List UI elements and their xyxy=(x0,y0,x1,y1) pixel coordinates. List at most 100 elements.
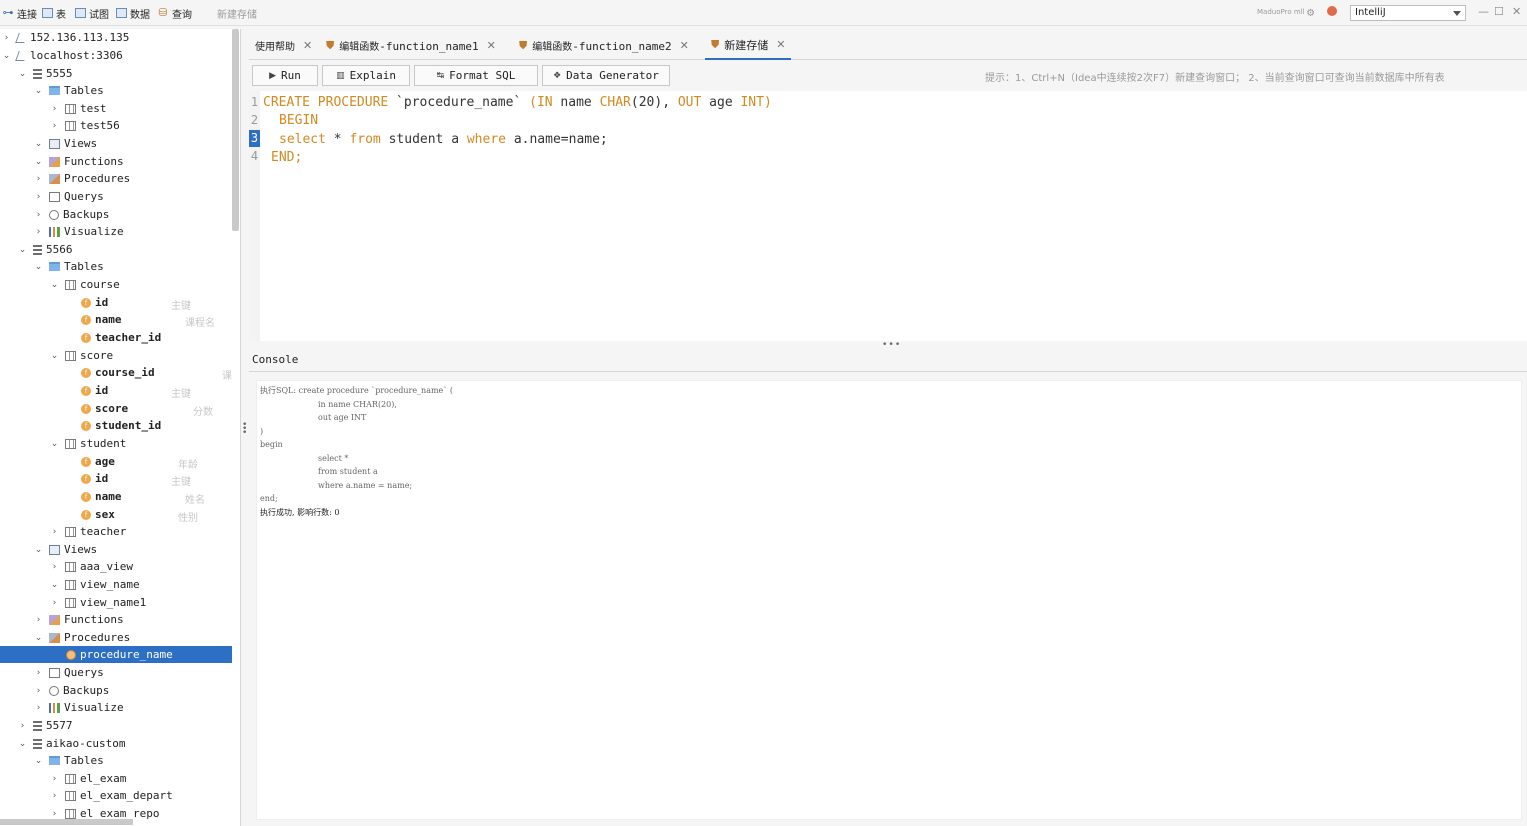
chevron-right-icon[interactable]: › xyxy=(34,686,43,696)
tree-db-aikao[interactable]: ⌄ aikao-custom xyxy=(0,735,232,752)
chevron-down-icon[interactable]: ⌄ xyxy=(18,245,27,255)
tree-connection-1[interactable]: › 152.136.113.135 xyxy=(0,29,232,46)
chevron-down-icon[interactable]: ⌄ xyxy=(18,69,27,79)
tree-tables-aikao[interactable]: ⌄ Tables xyxy=(0,752,232,769)
tree-connection-2[interactable]: ⌄ localhost:3306 xyxy=(0,47,232,64)
chevron-right-icon[interactable]: › xyxy=(34,174,43,184)
data-generator-button[interactable]: ❖ Data Generator xyxy=(542,65,670,86)
code-line-2[interactable]: BEGIN xyxy=(279,112,318,130)
chevron-right-icon[interactable]: › xyxy=(34,227,43,237)
query-button[interactable]: ⛁ 查询 xyxy=(157,5,192,21)
close-icon[interactable]: ✕ xyxy=(1512,6,1521,18)
chevron-down-icon[interactable]: ⌄ xyxy=(34,756,43,766)
chevron-right-icon[interactable]: › xyxy=(50,774,59,784)
sql-editor[interactable]: 1 2 3 4 CREATE PROCEDURE `procedure_name… xyxy=(249,91,1527,341)
code-line-3[interactable]: select * from student a where a.name=nam… xyxy=(279,131,608,149)
tree-view-aaa-view[interactable]: › aaa_view xyxy=(0,558,232,575)
tree-field-score-course-id[interactable]: ›fcourse_id xyxy=(0,364,232,381)
chevron-right-icon[interactable]: › xyxy=(50,121,59,131)
chevron-right-icon[interactable]: › xyxy=(50,598,59,608)
data-button[interactable]: 数据 xyxy=(116,5,150,21)
tree-table-el-exam[interactable]: › el_exam xyxy=(0,770,232,787)
chevron-right-icon[interactable]: › xyxy=(50,527,59,537)
format-sql-button[interactable]: ↹ Format SQL xyxy=(414,65,538,86)
tree-tables-5555[interactable]: ⌄ Tables xyxy=(0,82,232,99)
tree-visualize-5566[interactable]: › Visualize xyxy=(0,699,232,716)
maximize-icon[interactable]: ☐ xyxy=(1494,6,1504,18)
tree-field-student-id[interactable]: ›fid xyxy=(0,470,232,487)
tree-view-view-name1[interactable]: › view_name1 xyxy=(0,594,232,611)
tree-db-5566[interactable]: ⌄ 5566 xyxy=(0,241,232,258)
tree-field-score-student-id[interactable]: ›fstudent_id xyxy=(0,417,232,434)
chevron-down-icon[interactable]: ⌄ xyxy=(2,51,11,61)
chevron-down-icon[interactable]: ⌄ xyxy=(34,139,43,149)
tree-field-course-teacher-id[interactable]: ›fteacher_id xyxy=(0,329,232,346)
close-icon[interactable]: ✕ xyxy=(303,39,312,52)
chevron-right-icon[interactable]: › xyxy=(34,615,43,625)
explain-button[interactable]: ▥ Explain xyxy=(322,65,410,86)
theme-select[interactable]: IntelliJ xyxy=(1350,5,1466,21)
chevron-down-icon[interactable]: ⌄ xyxy=(34,86,43,96)
chevron-right-icon[interactable]: › xyxy=(50,562,59,572)
chevron-right-icon[interactable]: › xyxy=(34,703,43,713)
tree-tables-5566[interactable]: ⌄ Tables xyxy=(0,258,232,275)
chevron-right-icon[interactable]: › xyxy=(50,791,59,801)
chevron-down-icon[interactable]: ⌄ xyxy=(50,439,59,449)
tree-views-5555[interactable]: ⌄ Views xyxy=(0,135,232,152)
code-line-4[interactable]: END; xyxy=(271,149,302,167)
minimize-icon[interactable]: — xyxy=(1478,6,1489,18)
close-icon[interactable]: ✕ xyxy=(680,39,689,52)
connect-button[interactable]: ⊶ 连接 xyxy=(2,5,38,21)
tree-procedures-5566[interactable]: ⌄ Procedures xyxy=(0,629,232,646)
tree-field-course-id[interactable]: ›fid xyxy=(0,294,232,311)
view-button[interactable]: 试图 xyxy=(75,5,109,21)
tree-backups-5555[interactable]: › Backups xyxy=(0,206,232,223)
tree-querys-5566[interactable]: › Querys xyxy=(0,664,232,681)
chevron-right-icon[interactable]: › xyxy=(34,192,43,202)
new-procedure-button[interactable]: 新建存储 xyxy=(217,5,257,21)
editor-console-resize-handle[interactable]: ••• xyxy=(882,340,901,350)
panel-splitter[interactable]: • • • xyxy=(242,421,247,438)
chevron-down-icon[interactable]: ⌄ xyxy=(34,157,43,167)
tree-querys-5555[interactable]: › Querys xyxy=(0,188,232,205)
tree-db-5555[interactable]: ⌄ 5555 xyxy=(0,65,232,82)
chevron-down-icon[interactable]: ⌄ xyxy=(18,739,27,749)
chevron-down-icon[interactable]: ⌄ xyxy=(50,580,59,590)
table-button[interactable]: 表 xyxy=(42,5,66,21)
tree-field-score-id[interactable]: ›fid xyxy=(0,382,232,399)
tree-backups-5566[interactable]: › Backups xyxy=(0,682,232,699)
tree-db-5577[interactable]: › 5577 xyxy=(0,717,232,734)
tab-edit-function-2[interactable]: ⛊ 编辑函数-function_name2 ✕ xyxy=(519,31,689,60)
tree-views-5566[interactable]: ⌄ Views xyxy=(0,541,232,558)
tree-procedures-5555[interactable]: › Procedures xyxy=(0,170,232,187)
chevron-right-icon[interactable]: › xyxy=(2,33,11,43)
tree-table-teacher[interactable]: › teacher xyxy=(0,523,232,540)
close-icon[interactable]: ✕ xyxy=(776,38,785,51)
sidebar-scrollbar[interactable] xyxy=(232,29,239,231)
tree-table-test56[interactable]: › test56 xyxy=(0,117,232,134)
tree-view-view-name[interactable]: ⌄ view_name xyxy=(0,576,232,593)
run-button[interactable]: ▶ Run xyxy=(252,65,318,86)
chevron-down-icon[interactable]: ⌄ xyxy=(34,262,43,272)
tree-table-test[interactable]: › test xyxy=(0,100,232,117)
tab-console[interactable]: Console xyxy=(252,353,298,366)
plugin-icon[interactable] xyxy=(1327,6,1337,16)
tree-functions-5566[interactable]: › Functions xyxy=(0,611,232,628)
tree-table-score[interactable]: ⌄ score xyxy=(0,347,232,364)
tree-procedure-name[interactable]: procedure_name xyxy=(0,646,232,663)
chevron-down-icon[interactable]: ⌄ xyxy=(34,633,43,643)
tab-new-procedure[interactable]: ⛊ 新建存储 ✕ xyxy=(705,31,792,60)
chevron-right-icon[interactable]: › xyxy=(18,721,27,731)
chevron-down-icon[interactable]: ⌄ xyxy=(34,545,43,555)
chevron-down-icon[interactable]: ⌄ xyxy=(50,351,59,361)
tab-help[interactable]: 使用帮助 ✕ xyxy=(255,31,312,60)
chevron-right-icon[interactable]: › xyxy=(34,210,43,220)
chevron-right-icon[interactable]: › xyxy=(50,809,59,819)
chevron-down-icon[interactable]: ⌄ xyxy=(50,280,59,290)
gear-icon[interactable]: ⚙ xyxy=(1307,5,1314,19)
sidebar-horizontal-scrollbar[interactable] xyxy=(0,819,133,825)
chevron-right-icon[interactable]: › xyxy=(34,668,43,678)
tree-table-el-exam-depart[interactable]: › el_exam_depart xyxy=(0,787,232,804)
tab-edit-function-1[interactable]: ⛊ 编辑函数-function_name1 ✕ xyxy=(326,31,496,60)
close-icon[interactable]: ✕ xyxy=(487,39,496,52)
